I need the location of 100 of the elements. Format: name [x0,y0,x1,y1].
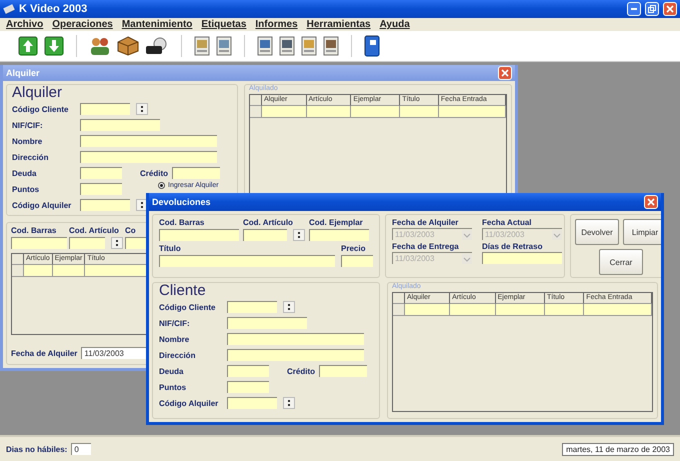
input-field[interactable] [243,229,287,241]
row-header [393,304,405,316]
document-icon[interactable] [279,36,295,56]
field-label: Código Alquiler [159,398,220,408]
input-field[interactable] [159,255,335,267]
lookup-button[interactable] [136,103,148,115]
arrow-up-icon[interactable] [18,36,38,56]
field-label: Fecha Actual [482,218,532,227]
field-label: Dias no hábiles: [6,444,68,454]
input-field[interactable] [159,229,239,241]
people-icon[interactable] [89,36,111,56]
menu-item[interactable]: Etiquetas [201,19,246,30]
minimize-button[interactable] [627,2,641,16]
table-cell [438,106,506,118]
field-label: Cod. Artículo [243,218,294,227]
menu-item[interactable]: Mantenimiento [122,19,192,30]
field-label: Cod. Ejemplar [309,218,364,227]
table-cell [306,106,352,118]
input-field[interactable] [80,119,160,131]
restore-button[interactable] [645,2,659,16]
input-field[interactable] [80,103,130,115]
table-cell [584,304,652,316]
grid-corner [393,293,405,304]
input-field[interactable] [227,381,269,393]
table-cell [52,265,86,277]
input-field[interactable]: 0 [71,443,92,455]
field-label: Cod. Barras [11,226,58,235]
input-field[interactable] [309,229,369,241]
dialog-button[interactable]: Cerrar [599,249,643,275]
table-cell [351,106,400,118]
table-cell [496,304,546,316]
field-label: Nombre [12,136,44,146]
field-label: Crédito [139,168,169,178]
lookup-button[interactable] [111,237,123,249]
menu-item[interactable]: Operaciones [52,19,113,30]
field-label: Deuda [12,168,38,178]
input-field[interactable] [11,237,67,249]
document-icon[interactable] [257,36,273,56]
table-cell [262,106,307,118]
restore-icon [648,5,656,13]
arrow-down-icon[interactable] [44,36,64,56]
input-field[interactable] [227,349,364,361]
app-icon [3,3,15,15]
field-label: Código Cliente [159,302,216,312]
input-field[interactable] [80,151,217,163]
lookup-button[interactable] [293,229,305,241]
input-field[interactable] [341,255,373,267]
input-field[interactable] [80,135,217,147]
field-label: Fecha de Entrega [392,242,460,251]
row-header [12,265,24,277]
field-label: Puntos [159,382,188,392]
window-title: K Video 2003 [19,3,88,15]
radio-button[interactable] [158,182,165,188]
menu-item[interactable]: Herramientas [306,19,371,30]
input-field[interactable] [172,167,220,179]
input-field[interactable] [69,237,105,249]
input-field[interactable] [80,199,130,211]
table-cell [24,265,53,277]
close-button[interactable] [498,66,512,80]
close-button[interactable] [663,2,677,16]
date-value: 11/03/2003 [395,253,434,264]
window-title: Alquiler [6,68,41,78]
input-field[interactable] [319,365,367,377]
input-field[interactable] [80,167,122,179]
close-icon [501,69,509,77]
field-label: Código Alquiler [12,200,72,210]
document-icon[interactable] [301,36,317,56]
table-cell [405,304,450,316]
document-icon[interactable] [216,36,232,56]
menu-item[interactable]: Ayuda [380,19,410,30]
menu-item[interactable]: Informes [255,19,298,30]
field-label: Fecha de Alquiler [11,348,78,358]
section-heading: Cliente [159,283,207,298]
field-label: Título [159,244,182,253]
date-value: 11/03/2003 [485,229,524,240]
table-cell [400,106,439,118]
dialog-button[interactable]: Limpiar [623,219,661,245]
field-label: Crédito [286,366,316,376]
input-field[interactable] [227,333,364,345]
field-label: Fecha de Alquiler [392,218,460,227]
input-field[interactable] [80,183,122,195]
field-label: Dirección [159,350,196,360]
field-label: Nombre [159,334,190,344]
input-field[interactable] [227,365,269,377]
close-button[interactable] [644,195,658,209]
input-field[interactable] [227,317,307,329]
menu-item[interactable]: Archivo [6,19,44,30]
close-icon [647,198,655,206]
grid-corner [12,254,24,265]
document-icon[interactable] [323,36,339,56]
box-icon[interactable] [117,36,139,56]
input-field[interactable] [227,397,277,409]
dialog-button[interactable]: Devolver [575,219,619,245]
input-field[interactable] [227,301,277,313]
lookup-button[interactable] [283,397,295,409]
input-field[interactable] [482,252,562,264]
document-icon[interactable] [194,36,210,56]
book-icon[interactable] [364,35,380,57]
lookup-button[interactable] [283,301,295,313]
close-icon [666,5,674,13]
